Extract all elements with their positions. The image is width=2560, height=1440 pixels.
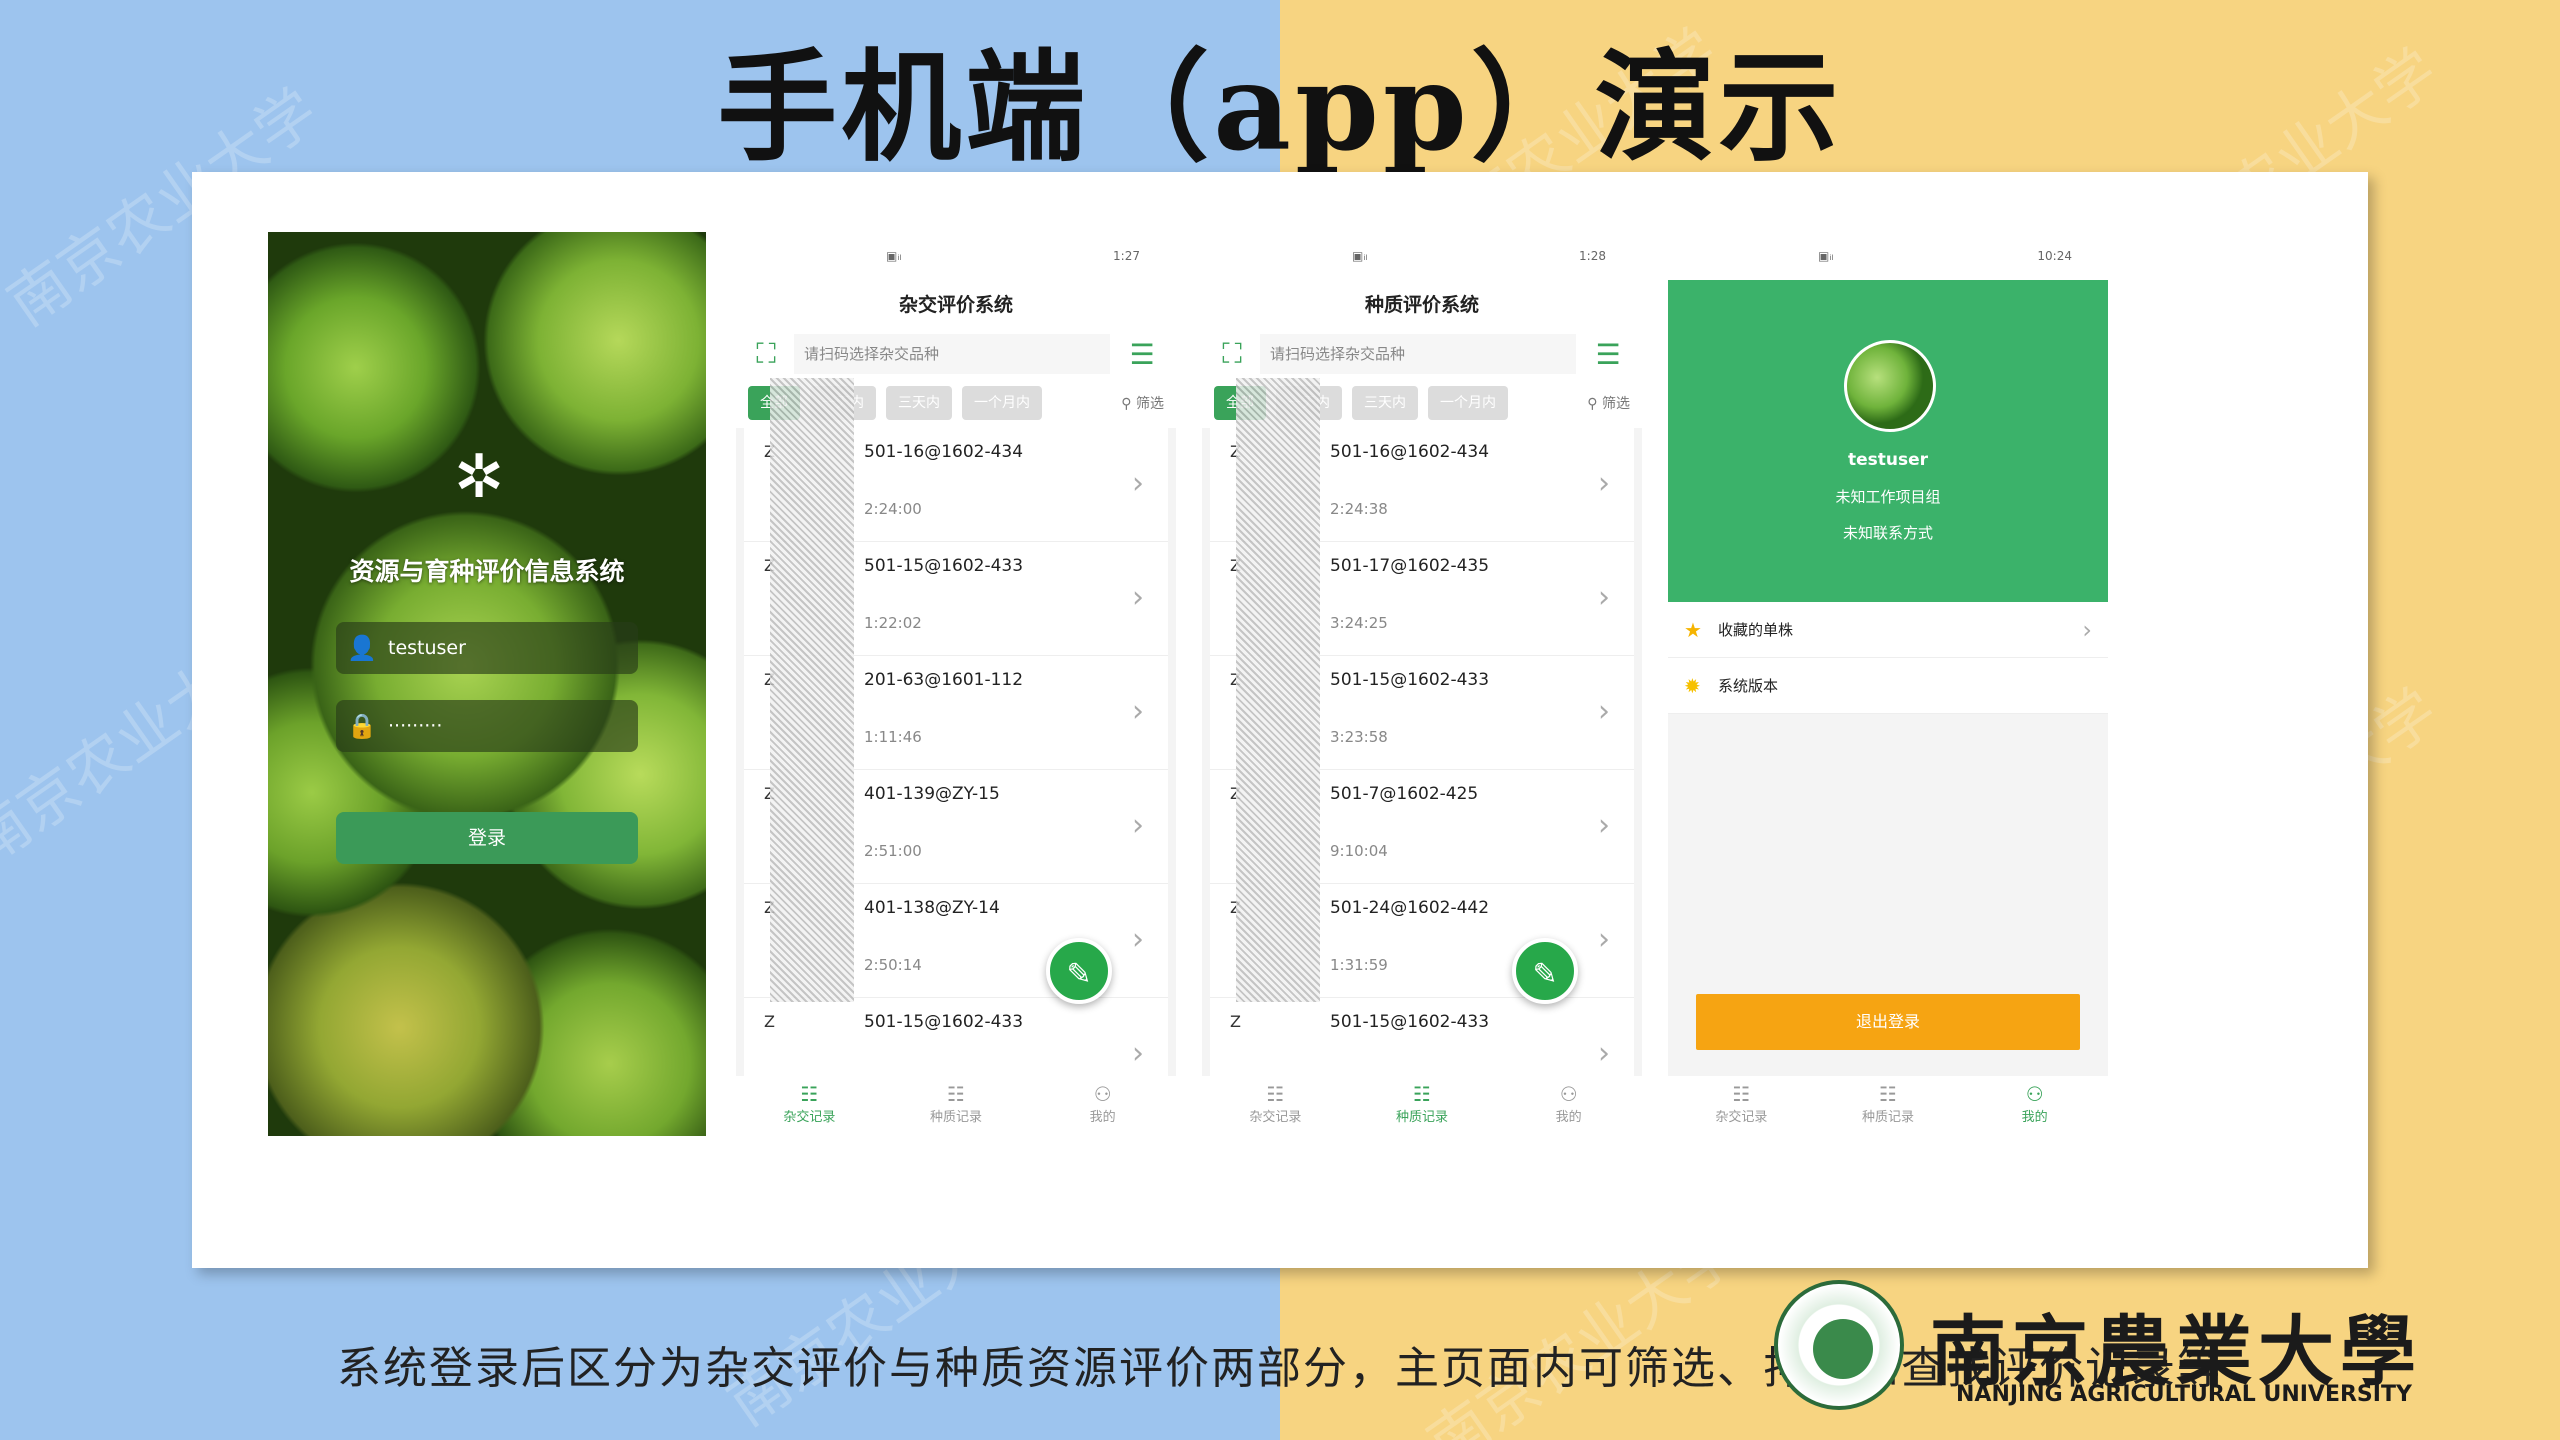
status-bar: ▣ᵢₗ 10:24 (1668, 232, 2108, 280)
profile-menu: ★ 收藏的单株 › ✹ 系统版本 (1668, 602, 2108, 714)
chevron-right-icon: › (1598, 694, 1610, 729)
avatar[interactable] (1844, 340, 1936, 432)
records-icon: ☷ (947, 1082, 965, 1106)
chevron-right-icon: › (1598, 580, 1610, 615)
tab-three-days[interactable]: 三天内 (886, 386, 952, 420)
app-logo-icon: ✲ (454, 442, 505, 512)
tabbar-germplasm-records[interactable]: ☷ 种质记录 (1815, 1076, 1962, 1136)
tab-one-month[interactable]: 一个月内 (962, 386, 1042, 420)
person-icon: ⚇ (1559, 1082, 1578, 1106)
chevron-right-icon: › (1132, 466, 1144, 501)
login-system-title: 资源与育种评价信息系统 (349, 557, 625, 586)
filter-icon: ⚲ (1587, 396, 1602, 412)
signal-icon: ▣ᵢₗ (1352, 249, 1368, 263)
login-button[interactable]: 登录 (336, 812, 638, 864)
tabbar-hybrid-records[interactable]: ☷ 杂交记录 (736, 1076, 883, 1136)
filter-button[interactable]: ⚲ 筛选 (1121, 393, 1164, 413)
search-list-icon[interactable]: ☰ (1586, 338, 1630, 371)
chevron-right-icon: › (1598, 1036, 1610, 1071)
hybrid-screen: ▣ᵢₗ 1:27 杂交评价系统 ⛶ 请扫码选择杂交品种 ☰ 全部 一天内 三天内… (736, 232, 1176, 1136)
person-icon: ⚇ (2025, 1082, 2044, 1106)
search-list-icon[interactable]: ☰ (1120, 338, 1164, 371)
person-icon: ⚇ (1093, 1082, 1112, 1106)
chevron-right-icon: › (1598, 466, 1610, 501)
bottom-tabbar: ☷ 杂交记录 ☷ 种质记录 ⚇ 我的 (1668, 1076, 2108, 1136)
user-icon: 👤 (347, 634, 377, 662)
tabbar-mine[interactable]: ⚇ 我的 (1495, 1076, 1642, 1136)
chevron-right-icon: › (2082, 615, 2092, 644)
username-value: testuser (388, 637, 466, 659)
search-input[interactable]: 请扫码选择杂交品种 (794, 334, 1110, 374)
scan-icon[interactable]: ⛶ (748, 337, 784, 371)
chevron-right-icon: › (1132, 1036, 1144, 1071)
status-bar: ▣ᵢₗ 1:27 (736, 232, 1176, 280)
edit-fab-button[interactable]: ✎ (1046, 938, 1112, 1004)
tabbar-mine[interactable]: ⚇ 我的 (1961, 1076, 2108, 1136)
lock-icon: 🔒 (347, 712, 377, 740)
status-bar: ▣ᵢₗ 1:28 (1202, 232, 1642, 280)
chevron-right-icon: › (1132, 922, 1144, 957)
redaction-mask (770, 378, 854, 1002)
tabbar-germplasm-records[interactable]: ☷ 种质记录 (1349, 1076, 1496, 1136)
university-seal-icon (1774, 1280, 1904, 1410)
search-input[interactable]: 请扫码选择杂交品种 (1260, 334, 1576, 374)
status-time: 10:24 (2037, 249, 2072, 263)
gear-icon: ✹ (1684, 673, 1701, 698)
profile-username: testuser (1847, 450, 1929, 470)
filter-icon: ⚲ (1121, 396, 1136, 412)
menu-item-favorites[interactable]: ★ 收藏的单株 › (1668, 602, 2108, 658)
signal-icon: ▣ᵢₗ (886, 249, 902, 263)
chevron-right-icon: › (1132, 580, 1144, 615)
tabbar-hybrid-records[interactable]: ☷ 杂交记录 (1668, 1076, 1815, 1136)
status-time: 1:28 (1579, 249, 1606, 263)
university-name-en: NANJING AGRICULTURAL UNIVERSITY (1956, 1382, 2412, 1407)
tabbar-hybrid-records[interactable]: ☷ 杂交记录 (1202, 1076, 1349, 1136)
filter-button[interactable]: ⚲ 筛选 (1587, 393, 1630, 413)
app-title: 杂交评价系统 (736, 280, 1176, 330)
edit-fab-button[interactable]: ✎ (1512, 938, 1578, 1004)
scan-icon[interactable]: ⛶ (1214, 337, 1250, 371)
app-title: 种质评价系统 (1202, 280, 1642, 330)
menu-item-version[interactable]: ✹ 系统版本 (1668, 658, 2108, 714)
records-icon: ☷ (1879, 1082, 1897, 1106)
pencil-icon: ✎ (1532, 957, 1558, 992)
pencil-icon: ✎ (1066, 957, 1092, 992)
tabbar-mine[interactable]: ⚇ 我的 (1029, 1076, 1176, 1136)
username-field[interactable]: 👤 testuser (336, 622, 638, 674)
tab-one-month[interactable]: 一个月内 (1428, 386, 1508, 420)
chevron-right-icon: › (1132, 808, 1144, 843)
status-time: 1:27 (1113, 249, 1140, 263)
tab-three-days[interactable]: 三天内 (1352, 386, 1418, 420)
password-value: ········· (388, 715, 443, 737)
profile-group: 未知工作项目组 (1835, 488, 1941, 506)
password-field[interactable]: 🔒 ········· (336, 700, 638, 752)
redaction-mask (1236, 378, 1320, 1002)
star-icon: ★ (1684, 617, 1702, 642)
tabbar-germplasm-records[interactable]: ☷ 种质记录 (883, 1076, 1030, 1136)
profile-header: testuser 未知工作项目组 未知联系方式 (1668, 280, 2108, 602)
login-screen: ✲ 资源与育种评价信息系统 👤 testuser 🔒 ········· 登录 (268, 232, 706, 1136)
records-icon: ☷ (1266, 1082, 1285, 1106)
logout-button[interactable]: 退出登录 (1696, 994, 2080, 1050)
records-icon: ☷ (800, 1082, 819, 1106)
bottom-tabbar: ☷ 杂交记录 ☷ 种质记录 ⚇ 我的 (736, 1076, 1176, 1136)
slide-title: 手机端（app）演示 (717, 37, 1843, 178)
chevron-right-icon: › (1598, 808, 1610, 843)
profile-contact: 未知联系方式 (1842, 524, 1933, 542)
bottom-tabbar: ☷ 杂交记录 ☷ 种质记录 ⚇ 我的 (1202, 1076, 1642, 1136)
records-icon: ☷ (1413, 1082, 1431, 1106)
chevron-right-icon: › (1132, 694, 1144, 729)
germplasm-screen: ▣ᵢₗ 1:28 种质评价系统 ⛶ 请扫码选择杂交品种 ☰ 全部 一天内 三天内… (1202, 232, 1642, 1136)
records-icon: ☷ (1732, 1082, 1751, 1106)
chevron-right-icon: › (1598, 922, 1610, 957)
profile-screen: ▣ᵢₗ 10:24 testuser 未知工作项目组 未知联系方式 ★ 收藏的单株… (1668, 232, 2108, 1136)
signal-icon: ▣ᵢₗ (1818, 249, 1834, 263)
